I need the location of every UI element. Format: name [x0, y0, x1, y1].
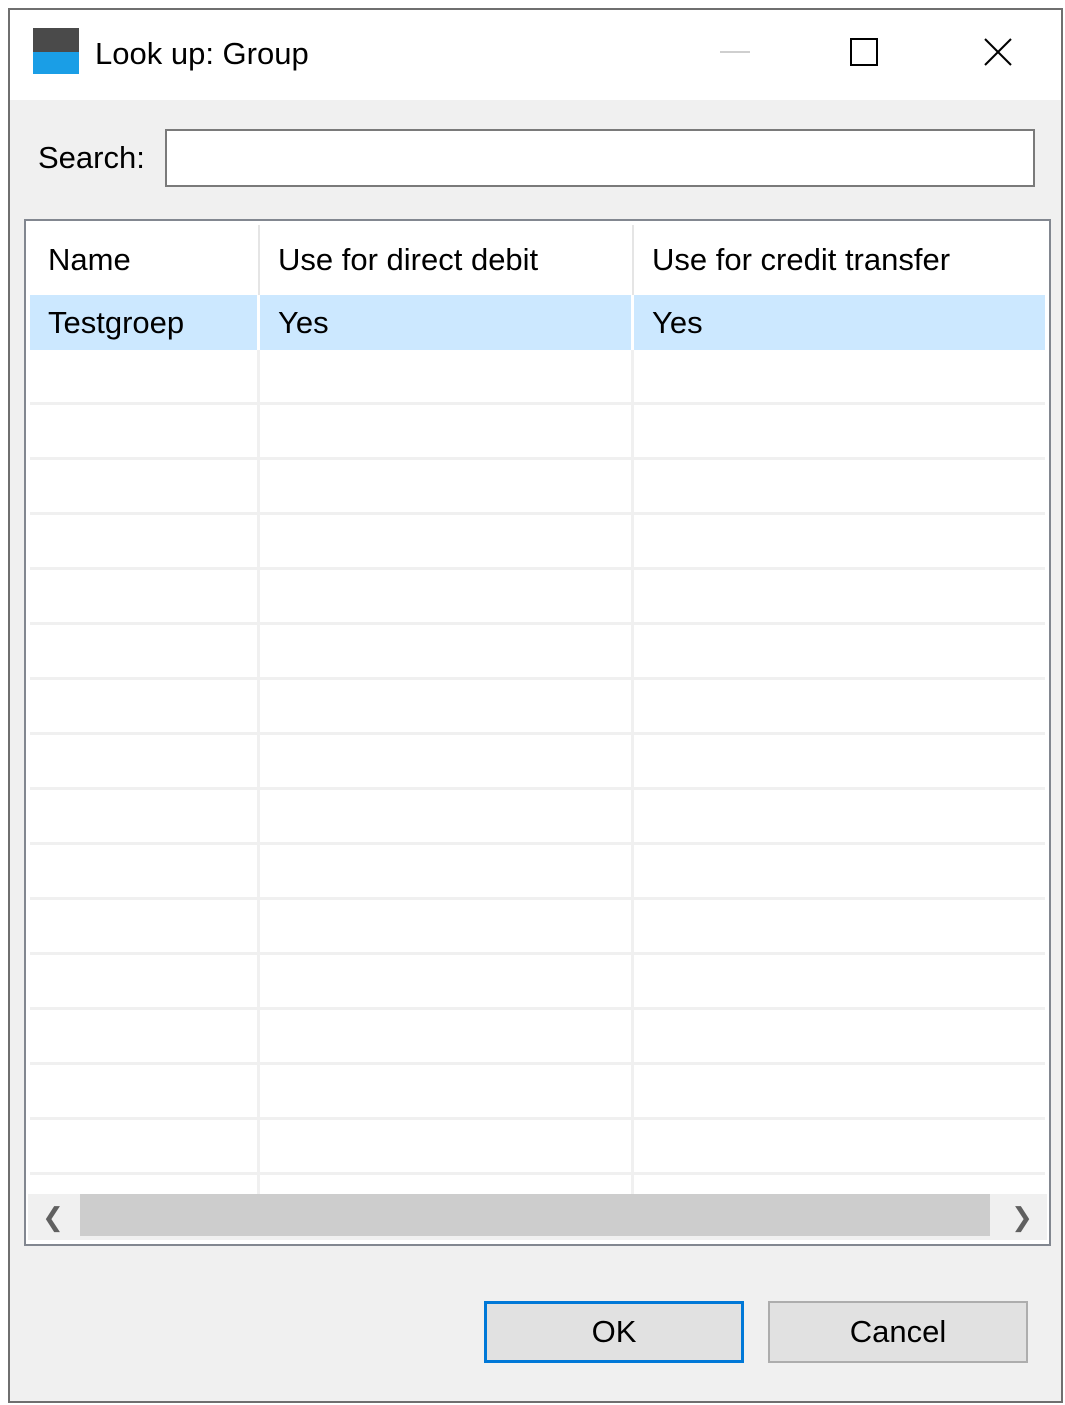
empty-row [30, 1120, 1045, 1175]
cell-credit-transfer: Yes [634, 295, 1045, 350]
empty-row [30, 955, 1045, 1010]
cancel-button[interactable]: Cancel [768, 1301, 1028, 1363]
lookup-dialog: Look up: Group Search: Name Use for dire… [8, 8, 1063, 1403]
results-table: Name Use for direct debit Use for credit… [24, 219, 1051, 1246]
horizontal-scrollbar[interactable]: ❮ ❯ [28, 1194, 1047, 1240]
minimize-icon [720, 51, 750, 53]
table-row[interactable]: Testgroep Yes Yes [30, 295, 1045, 350]
scrollbar-thumb[interactable] [80, 1194, 990, 1236]
maximize-button[interactable] [834, 22, 894, 82]
search-input[interactable] [165, 129, 1035, 187]
empty-row [30, 460, 1045, 515]
empty-row [30, 680, 1045, 735]
empty-row [30, 1065, 1045, 1120]
scroll-right-icon[interactable]: ❯ [997, 1194, 1047, 1240]
search-label: Search: [38, 140, 145, 175]
column-header-credit-transfer[interactable]: Use for credit transfer [634, 225, 1045, 295]
title-bar[interactable]: Look up: Group [10, 10, 1061, 100]
close-button[interactable] [968, 22, 1028, 82]
empty-row [30, 515, 1045, 570]
empty-row [30, 570, 1045, 625]
table-header: Name Use for direct debit Use for credit… [30, 225, 1045, 295]
ok-button[interactable]: OK [484, 1301, 744, 1363]
column-header-direct-debit[interactable]: Use for direct debit [260, 225, 634, 295]
empty-row [30, 845, 1045, 900]
empty-row [30, 900, 1045, 955]
empty-row [30, 735, 1045, 790]
minimize-button[interactable] [705, 22, 765, 82]
empty-row [30, 350, 1045, 405]
app-icon [33, 28, 79, 74]
window-title: Look up: Group [95, 36, 309, 71]
table-grid: Name Use for direct debit Use for credit… [30, 225, 1045, 1230]
empty-row [30, 1010, 1045, 1065]
column-header-name[interactable]: Name [30, 225, 260, 295]
empty-row [30, 405, 1045, 460]
scroll-left-icon[interactable]: ❮ [28, 1194, 78, 1240]
close-icon [984, 38, 1012, 66]
empty-row [30, 790, 1045, 845]
empty-row [30, 625, 1045, 680]
cell-name: Testgroep [30, 295, 260, 350]
cell-direct-debit: Yes [260, 295, 634, 350]
maximize-icon [850, 38, 878, 66]
